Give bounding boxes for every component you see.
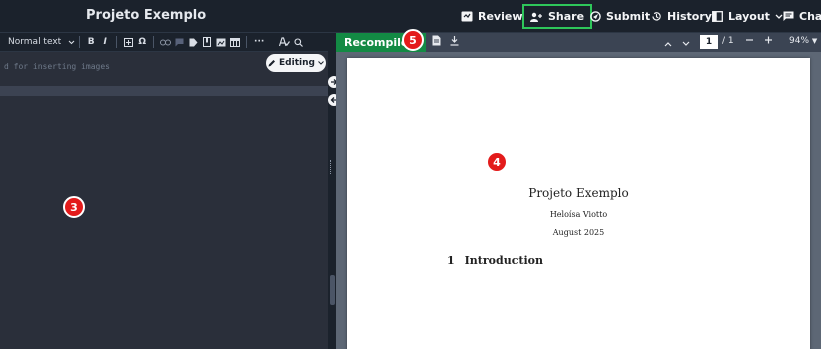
italic-button[interactable]: I <box>98 33 112 52</box>
editor-toolbar: Normal text B I Ω ··· <box>0 33 330 52</box>
page-total: / 1 <box>722 36 734 46</box>
page-number-input[interactable]: 1 <box>700 35 718 49</box>
table-icon <box>230 37 241 47</box>
more-button[interactable]: ··· <box>251 33 267 52</box>
bold-button[interactable]: B <box>84 33 98 52</box>
chevron-down-icon <box>68 40 75 44</box>
toolbar-divider <box>79 36 81 48</box>
search-button[interactable] <box>291 33 305 52</box>
spellcheck-icon <box>278 37 290 47</box>
review-label: Review <box>478 10 523 23</box>
layout-icon <box>712 11 723 22</box>
caret-down-icon: ▼ <box>811 37 818 45</box>
review-button[interactable]: Review <box>455 4 529 29</box>
share-label: Share <box>548 10 585 23</box>
symbol-button[interactable]: Ω <box>135 33 149 52</box>
toolbar-divider <box>246 36 248 48</box>
resize-grip[interactable] <box>330 160 333 174</box>
toolbar-divider <box>116 36 118 48</box>
bookmark-icon <box>203 37 212 47</box>
chat-label: Chat <box>799 10 821 23</box>
search-icon <box>294 37 303 47</box>
tag-icon <box>189 38 198 46</box>
history-icon <box>652 12 661 21</box>
math-icon <box>123 37 133 47</box>
zoom-out-button[interactable] <box>745 34 754 48</box>
chevron-down-icon <box>318 61 324 65</box>
chat-button[interactable]: Chat <box>777 4 821 29</box>
review-icon <box>461 11 473 22</box>
submit-label: Submit <box>606 10 651 23</box>
zoom-in-button[interactable] <box>764 34 773 48</box>
previous-page-button[interactable] <box>664 37 672 50</box>
pdf-toolbar: Recompile 1 / 1 94% ▼ 5 <box>336 29 821 52</box>
text-style-label: Normal text <box>8 37 62 47</box>
logs-button[interactable] <box>432 35 441 49</box>
top-bar: Projeto Exemplo Review Share Submit Hist… <box>0 0 821 33</box>
text-style-select[interactable]: Normal text <box>8 33 75 52</box>
recompile-label: Recompile <box>344 36 409 49</box>
figure-icon <box>216 38 226 46</box>
layout-label: Layout <box>728 10 770 23</box>
download-icon <box>450 36 459 46</box>
minus-icon <box>746 39 753 41</box>
link-icon <box>159 39 171 45</box>
code-editor[interactable]: d for inserting images Editing 3 <box>0 52 328 349</box>
marker-4: 4 <box>486 151 508 173</box>
add-user-icon <box>530 12 542 22</box>
document-icon <box>432 35 441 46</box>
editing-mode-label: Editing <box>279 58 315 68</box>
chevron-up-icon <box>664 42 672 47</box>
pdf-viewer[interactable]: 4 Projeto Exemplo Heloísa Viotto August … <box>336 52 821 349</box>
table-button[interactable] <box>228 33 242 52</box>
chat-icon <box>783 11 794 21</box>
comment-icon <box>175 38 184 46</box>
tag-button[interactable] <box>186 33 200 52</box>
chevron-down-icon <box>682 41 690 46</box>
pdf-author: Heloísa Viotto <box>549 210 608 219</box>
section-title: Introduction <box>464 254 543 267</box>
toolbar-divider <box>153 36 155 48</box>
spellcheck-button[interactable] <box>277 33 291 52</box>
editing-mode-button[interactable]: Editing <box>266 54 326 72</box>
zoom-level-select[interactable]: 94% ▼ <box>789 36 817 46</box>
collapse-handle[interactable] <box>330 275 335 305</box>
submit-icon <box>590 11 601 22</box>
download-pdf-button[interactable] <box>450 35 459 49</box>
pdf-document-title: Projeto Exemplo <box>528 186 629 200</box>
math-button[interactable] <box>121 33 135 52</box>
marker-5: 5 <box>402 29 424 51</box>
project-title[interactable]: Projeto Exemplo <box>86 8 206 23</box>
comment-button[interactable] <box>172 33 186 52</box>
figure-button[interactable] <box>214 33 228 52</box>
pdf-page: 4 Projeto Exemplo Heloísa Viotto August … <box>347 58 810 349</box>
active-line-highlight <box>0 86 328 96</box>
zoom-level-label: 94% <box>789 36 810 46</box>
reference-button[interactable] <box>200 33 214 52</box>
section-number: 1 <box>447 254 455 267</box>
plus-icon <box>765 36 772 44</box>
share-button[interactable]: Share <box>522 4 593 29</box>
next-page-button[interactable] <box>682 37 690 50</box>
pdf-date: August 2025 <box>552 228 605 237</box>
link-button[interactable] <box>158 33 172 52</box>
pencil-icon <box>268 60 276 67</box>
editor-hint-text: d for inserting images <box>4 62 110 71</box>
pdf-section-heading: 1 Introduction <box>447 254 543 267</box>
marker-3: 3 <box>63 196 85 218</box>
